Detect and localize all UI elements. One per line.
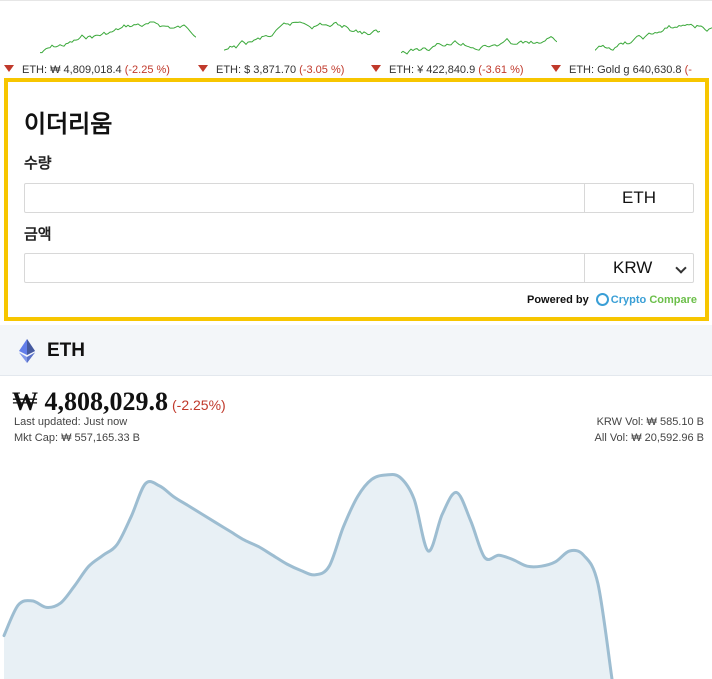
ticker-change: (-2.25 %) [124, 64, 170, 76]
down-arrow-icon [551, 65, 561, 72]
amount-label: 수량 [24, 154, 52, 172]
amount-input[interactable] [25, 184, 583, 212]
price-value: ₩ 4,808,029.8 [12, 387, 168, 416]
ticker-price: ETH: $ 3,871.70 [216, 64, 297, 76]
cryptocompare-logo-icon [595, 293, 609, 306]
price-chart[interactable] [0, 452, 712, 679]
chart-area-fill [4, 474, 612, 679]
brand-part2: Compare [649, 294, 697, 306]
ticker-price: ETH: Gold g 640,630.8 [569, 64, 682, 76]
currency-select-value: KRW [613, 258, 653, 277]
coin-symbol: ETH [47, 340, 85, 361]
ticker-change: (-3.61 %) [478, 64, 524, 76]
powered-by-label: Powered by [526, 294, 589, 306]
price-label: 금액 [24, 225, 52, 243]
down-arrow-icon [198, 65, 208, 72]
krw-volume: KRW Vol: ₩ 585.10 B [596, 416, 704, 428]
ticker-price: ETH: ¥ 422,840.9 [389, 64, 476, 76]
sparkline-chart [595, 23, 712, 51]
all-volume: All Vol: ₩ 20,592.96 B [594, 432, 704, 444]
sparkline-chart [40, 21, 196, 54]
ticker-change: (- [684, 64, 692, 76]
price-ticker: ETH: ₩ 4,809,018.4 (-2.25 %) ETH: $ 3,87… [0, 0, 712, 79]
market-cap: Mkt Cap: ₩ 557,165.33 B [14, 432, 140, 444]
sparkline-chart [224, 21, 380, 51]
price-row: KRW [24, 253, 694, 283]
brand-part1: Crypto [610, 294, 647, 306]
coin-header: ETH [0, 325, 712, 376]
powered-by[interactable]: Powered by Crypto Compare [527, 293, 697, 306]
ticker-change: (-3.05 %) [299, 64, 345, 76]
price-change: (-2.25%) [172, 397, 226, 413]
chevron-down-icon [675, 262, 687, 274]
currency-converter: 이더리움 수량 ETH 금액 KRW Powered by Crypto Com… [4, 78, 709, 321]
down-arrow-icon [371, 65, 381, 72]
ticker-price: ETH: ₩ 4,809,018.4 [22, 64, 122, 76]
amount-unit: ETH [584, 184, 693, 212]
converter-title: 이더리움 [24, 110, 113, 138]
down-arrow-icon [4, 65, 14, 72]
last-updated: Last updated: Just now [14, 416, 128, 428]
ethereum-icon [19, 339, 35, 363]
sparkline-chart [401, 36, 557, 55]
amount-row: ETH [24, 183, 694, 213]
price-input[interactable] [25, 254, 583, 282]
current-price: ₩ 4,808,029.8 (-2.25%) [12, 387, 226, 417]
currency-select[interactable]: KRW [584, 254, 693, 282]
